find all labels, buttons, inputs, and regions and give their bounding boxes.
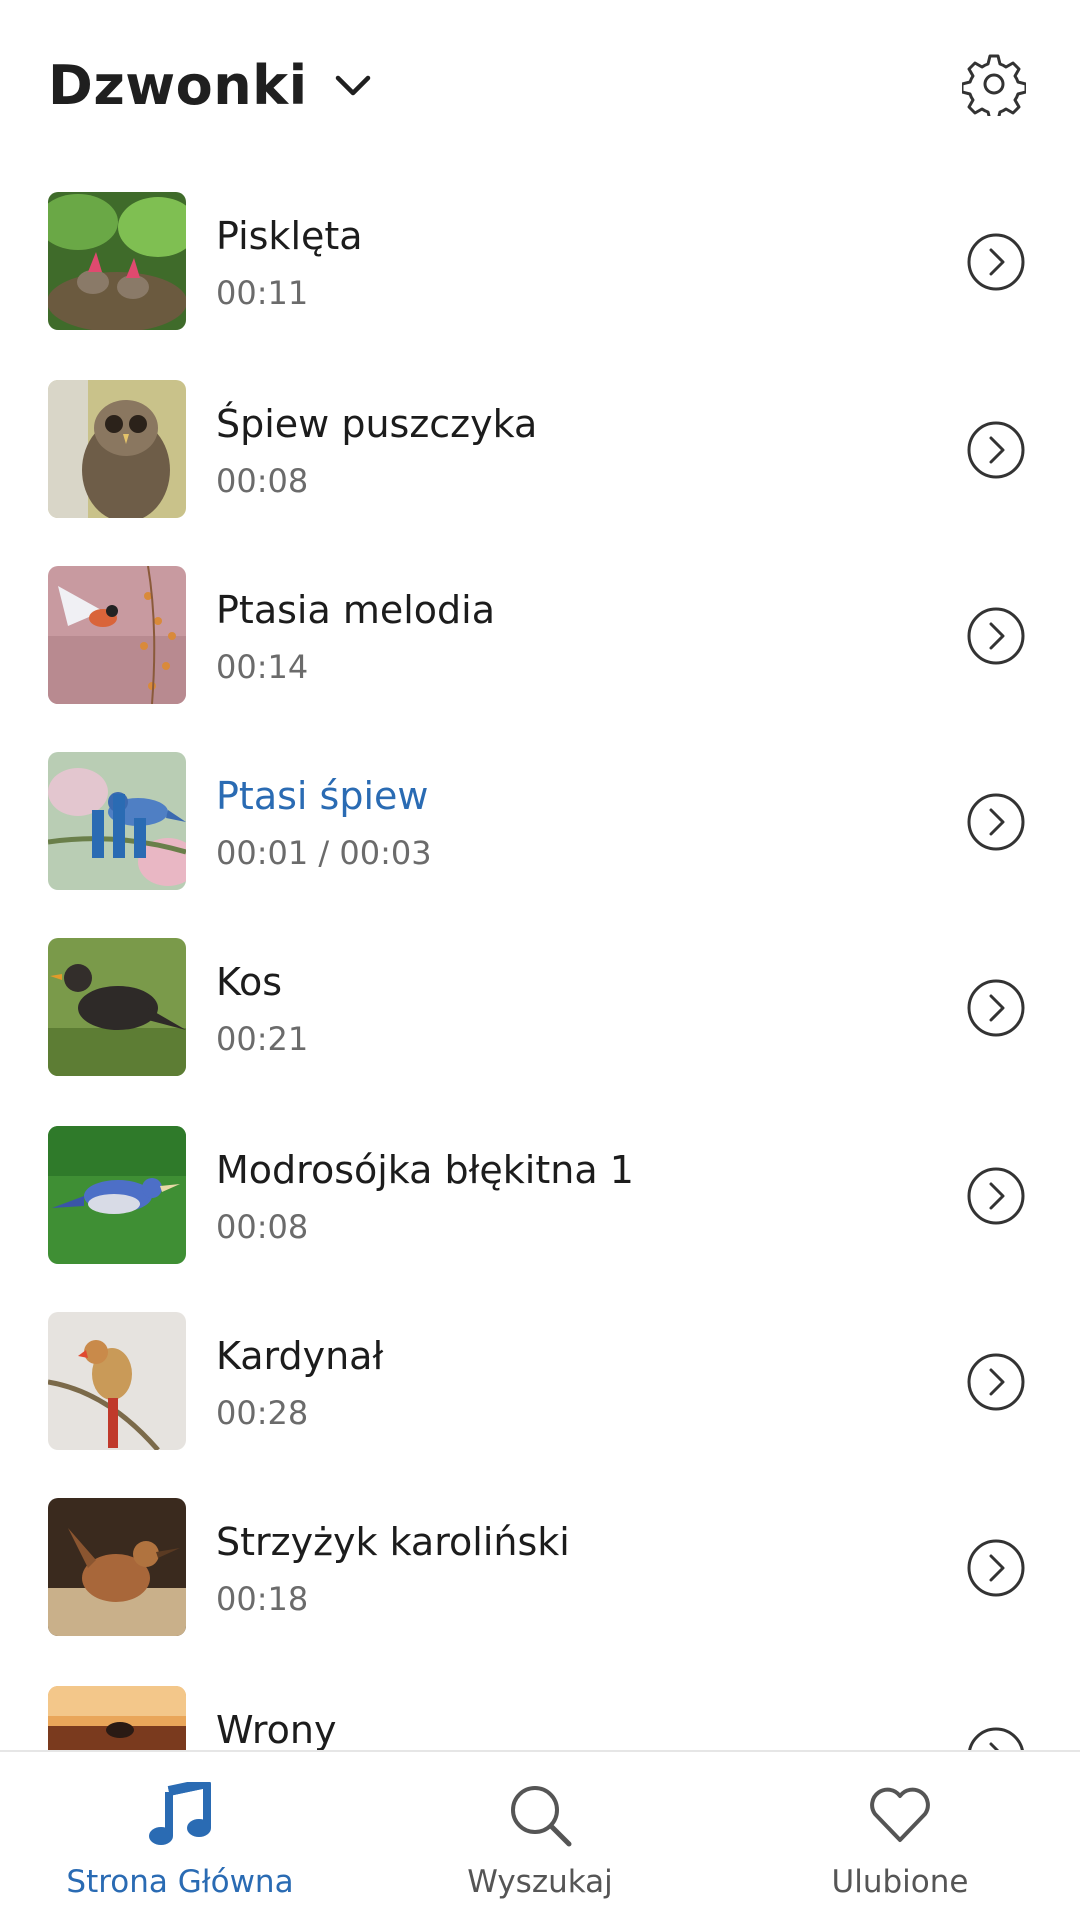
nav-home[interactable]: Strona Główna xyxy=(0,1752,360,1920)
item-title: Strzyżyk karoliński xyxy=(216,1520,570,1564)
nav-search[interactable]: Wyszukaj xyxy=(360,1752,720,1920)
item-title: Pisklęta xyxy=(216,214,363,258)
item-title: Kardynał xyxy=(216,1334,384,1378)
chevron-right-circle-icon[interactable] xyxy=(966,1352,1026,1412)
chevron-right-circle-icon[interactable] xyxy=(966,606,1026,666)
bottom-navigation: Strona Główna Wyszukaj Ulubione xyxy=(0,1750,1080,1920)
chevron-right-circle-icon[interactable] xyxy=(966,792,1026,852)
item-duration: 00:11 xyxy=(216,274,309,312)
nav-favorites[interactable]: Ulubione xyxy=(720,1752,1080,1920)
item-duration: 00:21 xyxy=(216,1020,309,1058)
owl-photo xyxy=(48,380,186,518)
chevron-right-circle-icon[interactable] xyxy=(966,232,1026,292)
item-title: Kos xyxy=(216,960,283,1004)
item-duration: 00:08 xyxy=(216,1208,309,1246)
chevron-right-circle-icon[interactable] xyxy=(966,978,1026,1038)
chevron-right-circle-icon[interactable] xyxy=(966,1166,1026,1226)
item-title: Ptasi śpiew xyxy=(216,774,429,818)
page-title: Dzwonki xyxy=(48,53,308,117)
item-duration: 00:14 xyxy=(216,648,309,686)
list-item[interactable]: Kos 00:21 xyxy=(0,938,1080,1124)
list-item[interactable]: Śpiew puszczyka 00:08 xyxy=(0,380,1080,566)
blue-jay-photo xyxy=(48,1126,186,1264)
item-duration: 00:18 xyxy=(216,1580,309,1618)
header: Dzwonki xyxy=(0,0,1080,170)
chevron-right-circle-icon[interactable] xyxy=(966,1538,1026,1598)
chevron-down-icon xyxy=(335,75,370,96)
nav-home-label: Strona Główna xyxy=(66,1864,294,1900)
list-item[interactable]: Kardynał 00:28 xyxy=(0,1312,1080,1498)
item-title: Modrosójka błękitna 1 xyxy=(216,1148,634,1192)
item-title: Ptasia melodia xyxy=(216,588,495,632)
list-item[interactable]: Modrosójka błękitna 1 00:08 xyxy=(0,1126,1080,1312)
item-progress: 00:01 / 00:03 xyxy=(216,834,432,872)
equalizer-icon xyxy=(92,794,146,858)
list-item[interactable]: Ptasia melodia 00:14 xyxy=(0,566,1080,752)
bird-nestlings-photo xyxy=(48,192,186,330)
nav-favorites-label: Ulubione xyxy=(831,1864,969,1900)
item-title: Wrony xyxy=(216,1708,337,1752)
wren-photo xyxy=(48,1498,186,1636)
blackbird-photo xyxy=(48,938,186,1076)
nav-search-label: Wyszukaj xyxy=(467,1864,613,1900)
list-item-playing[interactable]: Ptasi śpiew 00:01 / 00:03 xyxy=(0,752,1080,938)
category-dropdown[interactable]: Dzwonki xyxy=(48,50,376,120)
gear-icon[interactable] xyxy=(962,52,1026,116)
list-item[interactable]: Strzyżyk karoliński 00:18 xyxy=(0,1498,1080,1684)
item-duration: 00:08 xyxy=(216,462,309,500)
item-duration: 00:28 xyxy=(216,1394,309,1432)
app-root: Dzwonki Pisklęta 00:11 Śpiew puszczyka 0… xyxy=(0,0,1080,1920)
search-icon xyxy=(511,1786,572,1847)
list-item[interactable]: Pisklęta 00:11 xyxy=(0,192,1080,378)
chevron-right-circle-icon[interactable] xyxy=(966,420,1026,480)
music-note-icon xyxy=(149,1782,211,1845)
item-title: Śpiew puszczyka xyxy=(216,402,538,446)
heart-icon xyxy=(870,1787,930,1842)
cardinal-photo xyxy=(48,1312,186,1450)
flying-bird-photo xyxy=(48,566,186,704)
